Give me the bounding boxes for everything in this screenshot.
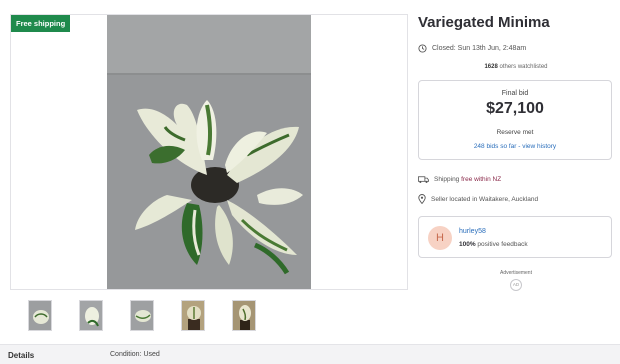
- watchlist-number: 1628: [484, 64, 498, 70]
- shipping-prefix: Shipping: [434, 176, 462, 183]
- feedback-percent: 100%: [459, 241, 476, 248]
- shipping-highlight: free within NZ: [461, 176, 502, 183]
- main-image-frame[interactable]: Free shipping: [10, 14, 408, 290]
- seller-card[interactable]: H hurley58 100% positive feedback: [418, 216, 612, 258]
- ad-badge-icon[interactable]: AD: [510, 279, 522, 291]
- final-bid-amount: $27,100: [486, 100, 544, 117]
- watchlist-suffix: others watchlisted: [497, 64, 548, 70]
- thumbnail-5[interactable]: [232, 300, 256, 331]
- location-pin-icon: [418, 194, 426, 204]
- plant-photo-image: [107, 15, 311, 289]
- seller-feedback: 100% positive feedback: [459, 241, 528, 248]
- thumbnail-3[interactable]: [130, 300, 154, 331]
- details-heading: Details: [8, 351, 35, 360]
- watchlist-count: 1628 others watchlisted: [418, 64, 614, 70]
- condition-label: Condition:: [110, 351, 142, 358]
- advertisement-label: Advertisement: [500, 270, 532, 276]
- location-text: Seller located in Waitakere, Auckland: [431, 195, 539, 203]
- thumbnail-strip: [28, 300, 268, 332]
- final-bid-box: Final bid $27,100 Reserve met 248 bids s…: [418, 80, 612, 160]
- shipping-text: Shipping free within NZ: [434, 176, 501, 183]
- thumbnail-1[interactable]: [28, 300, 52, 331]
- thumbnail-2[interactable]: [79, 300, 103, 331]
- final-bid-label: Final bid: [501, 90, 529, 97]
- shipping-row: Shipping free within NZ: [418, 175, 501, 184]
- clock-icon: [418, 44, 427, 53]
- details-strip: Details Condition: Used: [0, 344, 620, 364]
- closed-time-row: Closed: Sun 13th Jun, 2:48am: [418, 44, 526, 53]
- location-row: Seller located in Waitakere, Auckland: [418, 194, 538, 204]
- plant-photo[interactable]: [107, 15, 311, 289]
- bid-history-link[interactable]: 248 bids so far - view history: [419, 143, 611, 150]
- free-shipping-badge: Free shipping: [11, 15, 71, 32]
- feedback-suffix: positive feedback: [475, 241, 528, 248]
- closed-time-text: Closed: Sun 13th Jun, 2:48am: [432, 45, 527, 52]
- listing-title: Variegated Minima: [418, 14, 550, 31]
- thumbnail-4[interactable]: [181, 300, 205, 331]
- seller-username-link[interactable]: hurley58: [459, 228, 486, 235]
- seller-avatar[interactable]: H: [428, 226, 452, 250]
- truck-icon: [418, 175, 429, 184]
- listing-summary-panel: Variegated Minima Closed: Sun 13th Jun, …: [418, 0, 614, 344]
- condition-row: Condition: Used: [110, 351, 160, 358]
- condition-value: Used: [143, 351, 160, 358]
- reserve-status: Reserve met: [496, 129, 534, 136]
